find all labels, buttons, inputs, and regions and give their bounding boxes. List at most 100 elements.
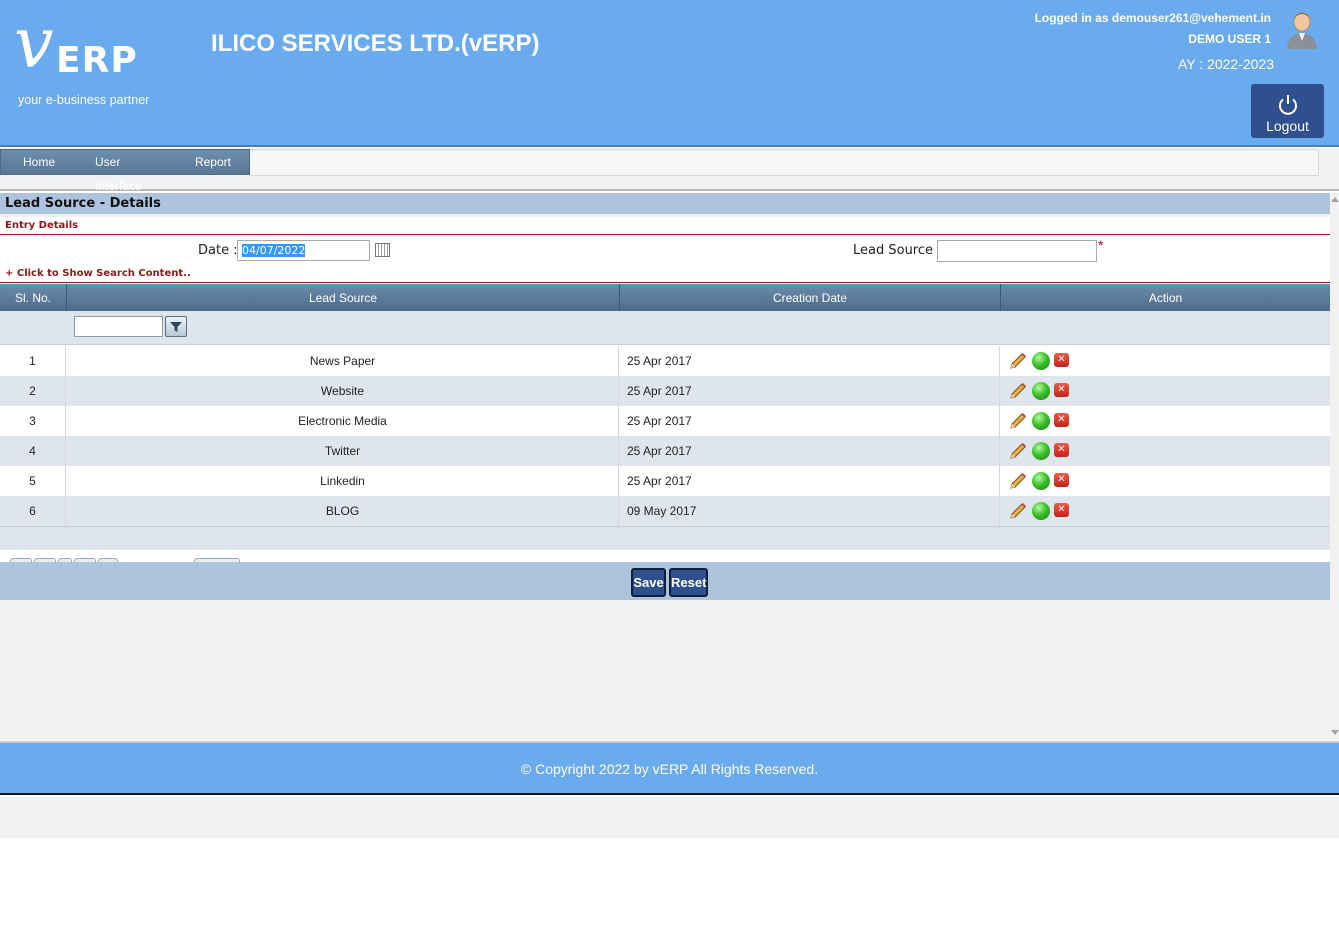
logo-erp-text: ERP	[56, 40, 138, 81]
bottom-band	[0, 797, 1339, 838]
cell-lead-source: Twitter	[67, 436, 619, 466]
required-marker: *	[1098, 237, 1104, 253]
cell-sl-no: 4	[0, 436, 66, 466]
delete-x-icon[interactable]: ✕	[1054, 503, 1069, 517]
logout-button[interactable]: Logout	[1251, 84, 1324, 138]
grid-header: Sl. No. Lead Source Creation Date Action	[0, 284, 1330, 311]
calendar-icon[interactable]	[375, 243, 390, 257]
edit-pencil-icon[interactable]	[1008, 381, 1028, 401]
user-name: DEMO USER 1	[1188, 32, 1271, 46]
cell-sl-no: 3	[0, 406, 66, 436]
col-header-creation-date[interactable]: Creation Date	[620, 284, 1001, 311]
cell-lead-source: Electronic Media	[67, 406, 619, 436]
main-nav: Home User Interface Report	[0, 149, 250, 193]
date-input[interactable]: 04/07/2022	[237, 240, 370, 261]
table-row[interactable]: 6 BLOG 09 May 2017 ✕	[0, 496, 1330, 526]
reset-button[interactable]: Reset	[669, 568, 708, 597]
logged-in-as: Logged in as demouser261@vehement.in	[1034, 11, 1271, 25]
content-scrollbar[interactable]	[1330, 193, 1339, 739]
filter-icon[interactable]	[165, 316, 187, 337]
edit-pencil-icon[interactable]	[1008, 351, 1028, 371]
nav-item-home[interactable]: Home	[1, 150, 73, 174]
cell-creation-date: 25 Apr 2017	[620, 376, 1000, 406]
app-footer: © Copyright 2022 by vERP All Rights Rese…	[0, 741, 1339, 795]
cell-creation-date: 25 Apr 2017	[620, 466, 1000, 496]
page-title: Lead Source - Details	[0, 193, 1330, 214]
logo-tagline: your e-business partner	[18, 93, 150, 107]
edit-pencil-icon[interactable]	[1008, 411, 1028, 431]
cell-creation-date: 25 Apr 2017	[620, 406, 1000, 436]
cell-lead-source: Linkedin	[67, 466, 619, 496]
save-button[interactable]: Save	[631, 568, 666, 597]
nav-rule	[250, 149, 1319, 176]
entry-form-row: Date : 04/07/2022 Lead Source : *	[0, 236, 1330, 265]
user-avatar-icon	[1284, 8, 1320, 50]
activate-green-icon[interactable]	[1032, 382, 1050, 400]
cell-creation-date: 25 Apr 2017	[620, 346, 1000, 376]
cell-actions: ✕	[1001, 376, 1330, 406]
logout-label: Logout	[1266, 118, 1309, 134]
activate-green-icon[interactable]	[1032, 442, 1050, 460]
app-header: v ERP your e-business partner ILICO SERV…	[0, 0, 1339, 147]
cell-creation-date: 09 May 2017	[620, 496, 1000, 526]
nav-item-report[interactable]: Report	[173, 150, 249, 174]
academic-year: AY : 2022-2023	[1178, 56, 1275, 72]
company-name: ILICO SERVICES LTD.(vERP)	[211, 30, 540, 57]
col-header-sl-no[interactable]: Sl. No.	[0, 284, 67, 311]
activate-green-icon[interactable]	[1032, 502, 1050, 520]
grid-rows: 1 News Paper 25 Apr 2017 ✕ 2 Website 25 …	[0, 346, 1330, 526]
delete-x-icon[interactable]: ✕	[1054, 353, 1069, 367]
lead-source-input[interactable]	[937, 240, 1097, 262]
entry-details-heading: Entry Details	[0, 217, 1330, 235]
grid-filter-row	[0, 311, 1330, 345]
cell-actions: ✕	[1001, 436, 1330, 466]
cell-actions: ✕	[1001, 346, 1330, 376]
delete-x-icon[interactable]: ✕	[1054, 443, 1069, 457]
col-header-action[interactable]: Action	[1001, 284, 1330, 311]
activate-green-icon[interactable]	[1032, 472, 1050, 490]
content-area: Lead Source - Details Entry Details Date…	[0, 193, 1330, 739]
edit-pencil-icon[interactable]	[1008, 441, 1028, 461]
action-bar: Save Reset	[0, 562, 1330, 600]
verp-logo: v ERP your e-business partner	[14, 2, 184, 110]
nav-item-user-interface[interactable]: User Interface	[73, 150, 173, 193]
cell-actions: ✕	[1001, 466, 1330, 496]
power-icon	[1278, 95, 1297, 115]
edit-pencil-icon[interactable]	[1008, 471, 1028, 491]
cell-creation-date: 25 Apr 2017	[620, 436, 1000, 466]
activate-green-icon[interactable]	[1032, 412, 1050, 430]
table-row[interactable]: 3 Electronic Media 25 Apr 2017 ✕	[0, 406, 1330, 436]
activate-green-icon[interactable]	[1032, 352, 1050, 370]
table-row[interactable]: 5 Linkedin 25 Apr 2017 ✕	[0, 466, 1330, 496]
login-info: Logged in as demouser261@vehement.in DEM…	[1035, 8, 1271, 50]
delete-x-icon[interactable]: ✕	[1054, 413, 1069, 427]
logo-v-mark: v	[14, 2, 54, 84]
col-header-lead-source[interactable]: Lead Source	[67, 284, 620, 311]
show-search-toggle[interactable]: + Click to Show Search Content..	[0, 265, 1330, 283]
grid-pager	[0, 552, 1330, 562]
delete-x-icon[interactable]: ✕	[1054, 473, 1069, 487]
lead-source-grid: Sl. No. Lead Source Creation Date Action…	[0, 284, 1330, 562]
table-row[interactable]: 2 Website 25 Apr 2017 ✕	[0, 376, 1330, 406]
cell-actions: ✕	[1001, 406, 1330, 436]
edit-pencil-icon[interactable]	[1008, 501, 1028, 521]
grid-footer	[0, 526, 1330, 550]
cell-sl-no: 5	[0, 466, 66, 496]
cell-sl-no: 6	[0, 496, 66, 526]
copyright-text: © Copyright 2022 by vERP All Rights Rese…	[520, 761, 819, 777]
cell-lead-source: Website	[67, 376, 619, 406]
cell-actions: ✕	[1001, 496, 1330, 526]
scroll-up-arrow-icon[interactable]	[1331, 197, 1339, 202]
cell-sl-no: 2	[0, 376, 66, 406]
date-label: Date :	[198, 243, 238, 258]
table-row[interactable]: 4 Twitter 25 Apr 2017 ✕	[0, 436, 1330, 466]
delete-x-icon[interactable]: ✕	[1054, 383, 1069, 397]
lead-source-filter-input[interactable]	[74, 316, 163, 337]
table-row[interactable]: 1 News Paper 25 Apr 2017 ✕	[0, 346, 1330, 376]
cell-sl-no: 1	[0, 346, 66, 376]
scroll-down-arrow-icon[interactable]	[1331, 730, 1339, 735]
date-value: 04/07/2022	[242, 244, 306, 257]
lead-source-label: Lead Source :	[853, 243, 942, 258]
cell-lead-source: BLOG	[67, 496, 619, 526]
cell-lead-source: News Paper	[67, 346, 619, 376]
